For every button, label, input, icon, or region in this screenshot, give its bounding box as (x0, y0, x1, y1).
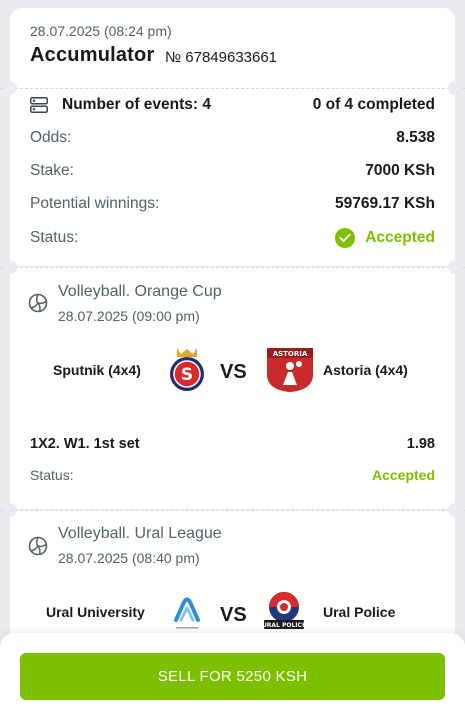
coupon-summary: Number of events: 4 0 of 4 completed Odd… (10, 88, 455, 266)
volleyball-icon (28, 536, 48, 556)
vs-label: VS (220, 361, 247, 383)
odds-row: Odds: 8.538 (30, 129, 435, 147)
stake-row: Stake: 7000 KSh (30, 162, 435, 180)
winnings-label: Potential winnings: (30, 195, 160, 212)
ticket-notch (3, 260, 17, 274)
coupon-header: 28.07.2025 (08:24 pm) Accumulator № 6784… (10, 8, 455, 88)
completed-count: 0 of 4 completed (312, 96, 435, 113)
coupon-title: Accumulator (30, 44, 155, 66)
sputnik-logo-icon: S (170, 348, 204, 391)
status-value: Accepted (365, 229, 435, 246)
events-row: Number of events: 4 0 of 4 completed (30, 96, 435, 114)
volleyball-icon (28, 293, 48, 313)
bet-status-label: Status: (30, 467, 74, 483)
event-card[interactable]: Volleyball. Orange Cup 28.07.2025 (09:00… (10, 267, 455, 509)
check-icon (335, 228, 356, 248)
coupon-date: 28.07.2025 (08:24 pm) (30, 23, 172, 39)
ural-university-logo-icon (174, 597, 200, 629)
events-count: Number of events: 4 (62, 96, 212, 113)
events-list-icon (30, 97, 48, 113)
ticket-notch (448, 503, 462, 517)
divider (0, 88, 465, 89)
divider (0, 510, 465, 511)
stake-value: 7000 KSh (365, 162, 435, 179)
event-date: 28.07.2025 (09:00 pm) (58, 308, 200, 324)
event-sport: Volleyball. Orange Cup (58, 283, 222, 300)
vs-label: VS (220, 604, 247, 626)
team-home: Ural University (46, 604, 145, 620)
bet-row: 1X2. W1. 1st set 1.98 (30, 436, 435, 452)
bet-status-row: Status: Accepted (30, 467, 435, 483)
bet-type: 1X2. W1. 1st set (30, 436, 140, 452)
team-home: Sputnik (4x4) (53, 362, 141, 378)
bottom-action-bar: SELL FOR 5250 KSH (0, 633, 465, 707)
ticket-notch (3, 81, 17, 95)
winnings-row: Potential winnings: 59769.17 KSh (30, 195, 435, 213)
ticket-notch (448, 260, 462, 274)
astoria-logo-text: ASTORIA (273, 350, 308, 358)
team-away: Astoria (4x4) (323, 362, 408, 378)
ticket-notch (3, 503, 17, 517)
status-row: Status: Accepted (30, 228, 435, 248)
svg-text:S: S (181, 365, 193, 385)
event-sport: Volleyball. Ural League (58, 525, 222, 542)
status-label: Status: (30, 229, 79, 246)
winnings-value: 59769.17 KSh (335, 195, 435, 212)
team-away: Ural Police (323, 604, 396, 620)
bet-status-value: Accepted (371, 467, 435, 483)
event-date: 28.07.2025 (08:40 pm) (58, 550, 200, 566)
stake-label: Stake: (30, 162, 74, 179)
event-card[interactable]: Volleyball. Ural League 28.07.2025 (08:4… (10, 510, 455, 650)
status-badge: Accepted (335, 228, 435, 248)
astoria-logo-icon: ASTORIA (267, 348, 313, 392)
ticket-notch (448, 81, 462, 95)
ural-police-logo-icon: URAL POLICE (262, 592, 306, 629)
odds-value: 8.538 (396, 129, 435, 146)
odds-label: Odds: (30, 129, 72, 146)
sell-button[interactable]: SELL FOR 5250 KSH (20, 653, 445, 700)
bet-odds: 1.98 (406, 436, 435, 452)
ural-police-logo-text: URAL POLICE (262, 622, 306, 629)
divider (0, 267, 465, 268)
coupon-number: № 67849633661 (165, 49, 278, 66)
